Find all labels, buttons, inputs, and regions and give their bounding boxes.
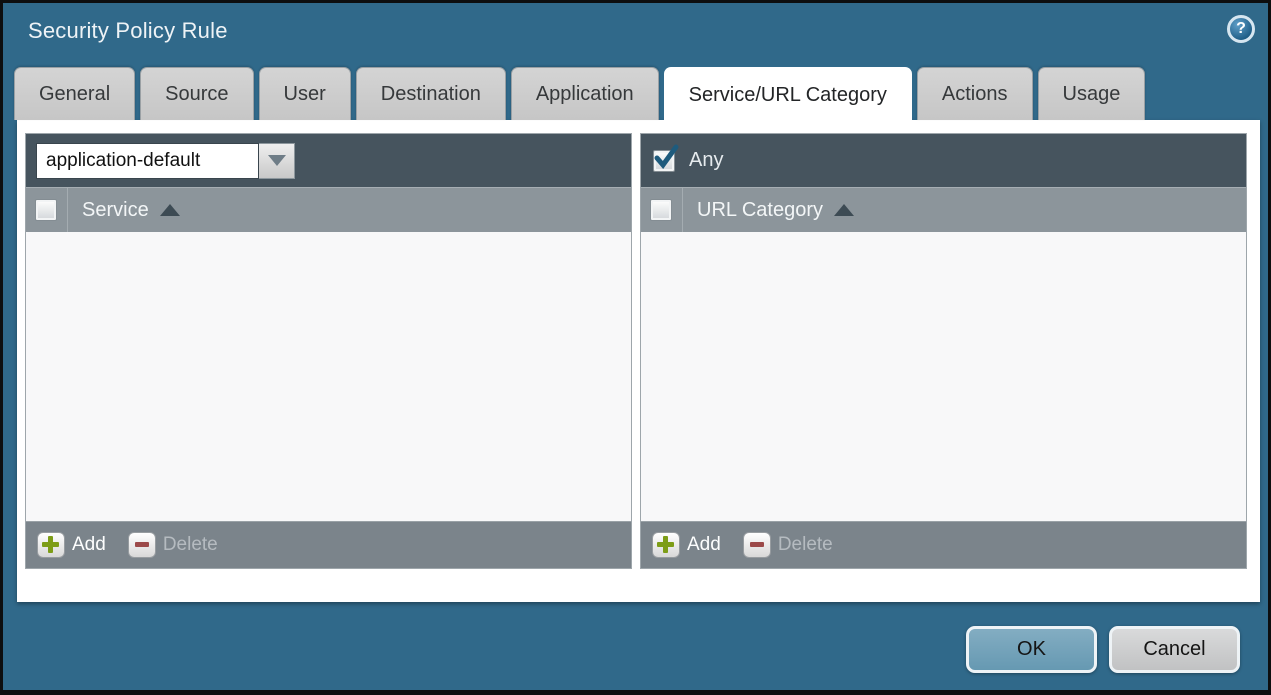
- add-button-label: Add: [687, 534, 721, 555]
- tab-source[interactable]: Source: [140, 67, 254, 120]
- chevron-down-icon: [267, 155, 286, 166]
- help-icon-glyph: ?: [1236, 20, 1246, 37]
- delete-minus-icon: [742, 532, 771, 558]
- dialog-title: Security Policy Rule: [28, 18, 228, 43]
- service-select-all-checkbox[interactable]: [35, 199, 57, 221]
- add-button-label: Add: [72, 534, 106, 555]
- url-category-add-button[interactable]: Add: [652, 532, 721, 558]
- tab-actions[interactable]: Actions: [916, 67, 1033, 120]
- add-plus-icon: [37, 532, 65, 558]
- url-category-column-header: URL Category: [641, 187, 1246, 232]
- service-column-label: Service: [82, 198, 149, 221]
- url-category-list: [641, 232, 1246, 521]
- any-checkbox[interactable]: [653, 144, 679, 172]
- tab-service-url-category[interactable]: Service/URL Category: [663, 67, 912, 122]
- delete-button-label: Delete: [777, 534, 833, 555]
- column-separator: [682, 188, 683, 232]
- url-category-panel-header: Any: [641, 134, 1246, 187]
- service-toolbar: Add Delete: [26, 521, 631, 568]
- tab-general[interactable]: General: [14, 67, 136, 120]
- url-category-column-label: URL Category: [697, 198, 823, 221]
- security-policy-rule-dialog: Security Policy Rule ? General Source Us…: [0, 0, 1271, 695]
- tab-content-service-url-category: application-default Service Add Delete A…: [17, 120, 1260, 602]
- service-column-header: Service: [26, 187, 631, 232]
- help-icon[interactable]: ?: [1227, 15, 1255, 43]
- service-list: [26, 232, 631, 521]
- url-category-select-all-checkbox[interactable]: [650, 199, 672, 221]
- service-type-dropdown-button[interactable]: [259, 142, 295, 179]
- url-category-panel: Any URL Category Add Delete: [640, 133, 1247, 569]
- tab-bar: General Source User Destination Applicat…: [14, 67, 1146, 122]
- delete-minus-icon: [127, 532, 156, 558]
- tab-destination[interactable]: Destination: [355, 67, 506, 120]
- tab-usage[interactable]: Usage: [1037, 67, 1146, 120]
- any-checkbox-label: Any: [689, 149, 724, 171]
- sort-ascending-icon[interactable]: [159, 204, 180, 216]
- service-panel: application-default Service Add Delete: [25, 133, 632, 569]
- add-plus-icon: [652, 532, 680, 558]
- ok-button[interactable]: OK: [966, 626, 1097, 673]
- column-separator: [67, 188, 68, 232]
- delete-button-label: Delete: [162, 534, 218, 555]
- sort-ascending-icon[interactable]: [833, 204, 854, 216]
- url-category-delete-button[interactable]: Delete: [742, 532, 833, 558]
- service-panel-header: application-default: [26, 134, 631, 187]
- service-type-input[interactable]: application-default: [36, 142, 259, 179]
- service-type-dropdown: application-default: [36, 142, 295, 179]
- service-delete-button[interactable]: Delete: [127, 532, 218, 558]
- url-category-toolbar: Add Delete: [641, 521, 1246, 568]
- checkmark-icon: [654, 144, 679, 169]
- cancel-button[interactable]: Cancel: [1109, 626, 1240, 673]
- tab-user[interactable]: User: [258, 67, 351, 120]
- service-add-button[interactable]: Add: [37, 532, 106, 558]
- tab-application[interactable]: Application: [510, 67, 659, 120]
